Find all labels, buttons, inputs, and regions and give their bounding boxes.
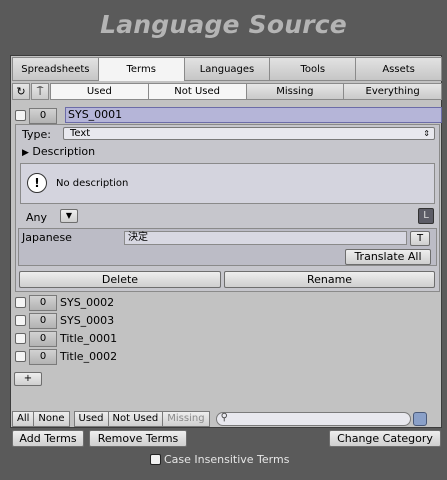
add-term-button[interactable]: + bbox=[14, 372, 42, 386]
updown-arrow-icon: ⇕ bbox=[423, 129, 430, 138]
select-none-button[interactable]: None bbox=[34, 410, 70, 427]
select-used-button[interactable]: Used bbox=[73, 410, 109, 427]
case-insensitive-checkbox[interactable] bbox=[150, 453, 161, 465]
term-name[interactable]: SYS_0003 bbox=[60, 314, 114, 327]
tab-spreadsheets[interactable]: Spreadsheets bbox=[12, 57, 99, 81]
delete-button[interactable]: Delete bbox=[19, 271, 221, 288]
pin-icon[interactable]: ⍑ bbox=[31, 83, 49, 100]
info-icon: ! bbox=[27, 173, 47, 193]
term-usage-count[interactable]: 0 bbox=[29, 348, 57, 365]
filter-not-used-button[interactable]: Not Used bbox=[148, 83, 247, 100]
select-missing-button[interactable]: Missing bbox=[163, 410, 210, 427]
term-checkbox[interactable] bbox=[15, 351, 26, 362]
select-not-used-button[interactable]: Not Used bbox=[108, 410, 164, 427]
tab-assets[interactable]: Assets bbox=[356, 57, 442, 81]
term-name-selected[interactable]: SYS_0001 bbox=[65, 107, 442, 123]
filter-everything-button[interactable]: Everything bbox=[344, 83, 442, 100]
filter-used-button[interactable]: Used bbox=[50, 83, 149, 100]
language-source-panel: Spreadsheets Terms Languages Tools Asset… bbox=[10, 55, 442, 428]
add-terms-button[interactable]: Add Terms bbox=[12, 430, 84, 447]
tab-tools[interactable]: Tools bbox=[270, 57, 357, 81]
term-usage-count[interactable]: 0 bbox=[29, 330, 57, 347]
term-filter-bar: ↻ ⍑ Used Not Used Missing Everything bbox=[12, 83, 442, 100]
filter-missing-button[interactable]: Missing bbox=[246, 83, 345, 100]
tab-languages[interactable]: Languages bbox=[184, 57, 271, 81]
description-foldout[interactable]: ▶ Description bbox=[22, 145, 95, 158]
l-toggle-button[interactable]: L bbox=[418, 208, 434, 224]
type-label: Type: bbox=[22, 128, 51, 141]
refresh-icon[interactable]: ↻ bbox=[12, 83, 30, 100]
case-insensitive-toggle[interactable]: Case Insensitive Terms bbox=[150, 452, 289, 466]
term-row[interactable]: 0 SYS_0002 bbox=[12, 294, 114, 311]
description-text: No description bbox=[56, 178, 129, 189]
any-label: Any bbox=[26, 211, 48, 224]
search-cancel-icon[interactable] bbox=[412, 411, 427, 426]
type-value: Text bbox=[70, 128, 91, 139]
description-label: Description bbox=[32, 145, 96, 158]
term-checkbox[interactable] bbox=[15, 333, 26, 344]
term-usage-count[interactable]: 0 bbox=[29, 107, 57, 124]
language-name: Japanese bbox=[22, 231, 72, 244]
rename-button[interactable]: Rename bbox=[224, 271, 435, 288]
triangle-right-icon: ▶ bbox=[22, 148, 29, 158]
term-usage-count[interactable]: 0 bbox=[29, 294, 57, 311]
search-icon: ⚲ bbox=[220, 411, 228, 423]
term-name[interactable]: Title_0001 bbox=[60, 332, 117, 345]
translate-button[interactable]: T bbox=[410, 231, 430, 246]
description-box: ! No description bbox=[20, 163, 435, 204]
type-dropdown[interactable]: Text ⇕ bbox=[63, 127, 435, 140]
selection-filter-bar: All None Used Not Used Missing ⚲ bbox=[12, 410, 442, 427]
window-title: Language Source bbox=[100, 10, 347, 39]
translation-input[interactable]: 決定 bbox=[124, 231, 407, 245]
translate-all-button[interactable]: Translate All bbox=[345, 249, 431, 265]
term-detail-panel: Type: Text ⇕ ▶ Description ! No descript… bbox=[15, 124, 440, 292]
term-name[interactable]: SYS_0002 bbox=[60, 296, 114, 309]
chevron-down-icon[interactable]: ▼ bbox=[60, 209, 78, 223]
term-name[interactable]: Title_0002 bbox=[60, 350, 117, 363]
term-row[interactable]: 0 bbox=[12, 107, 60, 124]
select-all-button[interactable]: All bbox=[12, 410, 35, 427]
term-checkbox[interactable] bbox=[15, 297, 26, 308]
term-row[interactable]: 0 SYS_0003 bbox=[12, 312, 114, 329]
term-row[interactable]: 0 Title_0002 bbox=[12, 348, 117, 365]
term-row[interactable]: 0 Title_0001 bbox=[12, 330, 117, 347]
tab-bar: Spreadsheets Terms Languages Tools Asset… bbox=[12, 57, 442, 81]
search-input[interactable]: ⚲ bbox=[215, 411, 411, 426]
term-usage-count[interactable]: 0 bbox=[29, 312, 57, 329]
remove-terms-button[interactable]: Remove Terms bbox=[89, 430, 187, 447]
tab-terms[interactable]: Terms bbox=[98, 57, 185, 81]
term-checkbox[interactable] bbox=[15, 315, 26, 326]
term-checkbox[interactable] bbox=[15, 110, 26, 121]
change-category-button[interactable]: Change Category bbox=[329, 430, 441, 447]
case-insensitive-label: Case Insensitive Terms bbox=[164, 452, 290, 466]
language-row: Japanese 決定 T Translate All bbox=[18, 228, 437, 266]
